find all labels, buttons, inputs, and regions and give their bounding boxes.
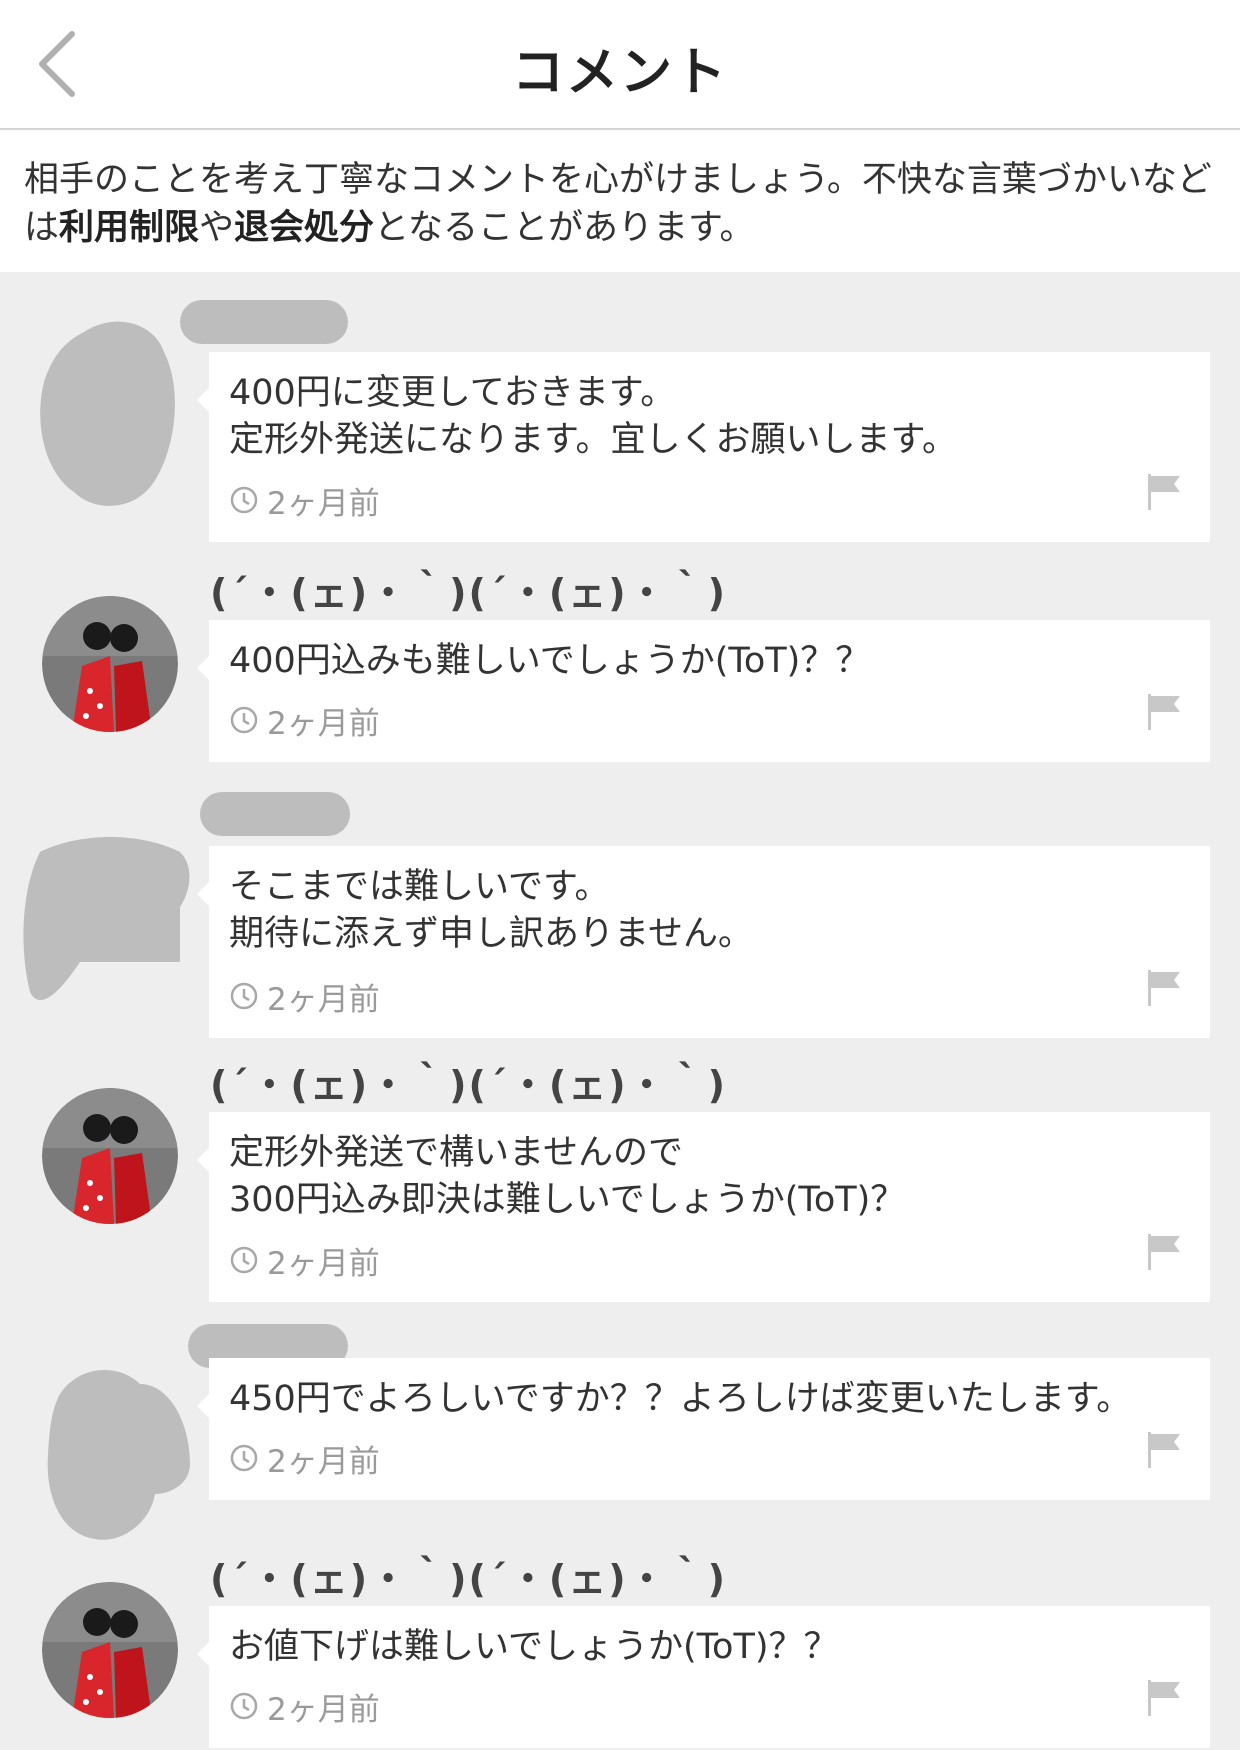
redacted-username xyxy=(180,300,348,344)
flag-report-icon[interactable] xyxy=(1146,692,1182,732)
clock-icon xyxy=(230,1692,258,1720)
app-header: コメント xyxy=(0,0,1240,130)
notice-text: となることがあります。 xyxy=(374,208,755,248)
comment-item: 450円でよろしいですか？？よろしけば変更いたします。 2ヶ月前 xyxy=(0,1324,1240,1564)
user-avatar[interactable] xyxy=(42,1582,178,1718)
comment-bubble: お値下げは難しいでしょうか(ToT)？？ 2ヶ月前 xyxy=(197,1606,1210,1748)
comment-author: (´・(ェ)・｀)(´・(ェ)・｀) xyxy=(210,571,727,615)
time-text: 2ヶ月前 xyxy=(267,981,380,1018)
clock-icon xyxy=(230,1444,258,1472)
redacted-avatar xyxy=(23,837,190,1001)
clock-icon xyxy=(230,706,258,734)
comment-item: 400円に変更しておきます。 定形外発送になります。宜しくお願いします。 2ヶ月… xyxy=(0,272,1240,542)
flag-report-icon[interactable] xyxy=(1146,1430,1182,1470)
comment-timestamp: 2ヶ月前 xyxy=(229,1686,380,1728)
comment-timestamp: 2ヶ月前 xyxy=(229,1438,380,1480)
comment-timestamp: 2ヶ月前 xyxy=(229,480,380,522)
comment-item: そこまでは難しいです。 期待に添えず申し訳ありません。 2ヶ月前 xyxy=(0,782,1240,1052)
comment-body: 400円込みも難しいでしょうか(ToT)？？ xyxy=(229,641,871,681)
notice-emphasis-withdrawal: 退会処分 xyxy=(234,208,375,248)
comment-author: (´・(ェ)・｀)(´・(ェ)・｀) xyxy=(210,1063,727,1107)
clock-icon xyxy=(230,982,258,1010)
clock-icon xyxy=(230,486,258,514)
comment-bubble: 定形外発送で構いませんので 300円込み即決は難しいでしょうか(ToT)？ 2ヶ… xyxy=(197,1112,1210,1302)
time-text: 2ヶ月前 xyxy=(267,1245,380,1282)
comment-item: (´・(ェ)・｀)(´・(ェ)・｀) 400円込みも難しいでしょうか(ToT)？… xyxy=(0,562,1240,786)
flag-report-icon[interactable] xyxy=(1146,1678,1182,1718)
clock-icon xyxy=(230,1246,258,1274)
comment-body: お値下げは難しいでしょうか(ToT)？？ xyxy=(229,1627,839,1667)
time-text: 2ヶ月前 xyxy=(267,1691,380,1728)
comment-item: (´・(ェ)・｀)(´・(ェ)・｀) お値下げは難しいでしょうか(ToT)？？ … xyxy=(0,1548,1240,1748)
comment-timestamp: 2ヶ月前 xyxy=(229,700,380,742)
comment-bubble: 400円込みも難しいでしょうか(ToT)？？ 2ヶ月前 xyxy=(197,620,1210,762)
redacted-avatar xyxy=(47,1370,191,1540)
flag-report-icon[interactable] xyxy=(1146,472,1182,512)
comment-bubble: そこまでは難しいです。 期待に添えず申し訳ありません。 2ヶ月前 xyxy=(197,846,1210,1038)
comment-body: 450円でよろしいですか？？よろしけば変更いたします。 xyxy=(229,1379,1132,1419)
comment-timestamp: 2ヶ月前 xyxy=(229,976,380,1018)
flag-report-icon[interactable] xyxy=(1146,968,1182,1008)
user-avatar[interactable] xyxy=(42,1088,178,1224)
notice-text: や xyxy=(199,208,235,248)
comment-body: 定形外発送で構いませんので 300円込み即決は難しいでしょうか(ToT)？ xyxy=(229,1133,906,1220)
time-text: 2ヶ月前 xyxy=(267,705,380,742)
comment-item: (´・(ェ)・｀)(´・(ェ)・｀) 定形外発送で構いませんので 300円込み即… xyxy=(0,1054,1240,1324)
comment-bubble: 400円に変更しておきます。 定形外発送になります。宜しくお願いします。 2ヶ月… xyxy=(197,352,1210,542)
comment-timestamp: 2ヶ月前 xyxy=(229,1240,380,1282)
time-text: 2ヶ月前 xyxy=(267,1443,380,1480)
time-text: 2ヶ月前 xyxy=(267,485,380,522)
user-avatar[interactable] xyxy=(42,596,178,732)
comment-bubble: 450円でよろしいですか？？よろしけば変更いたします。 2ヶ月前 xyxy=(197,1358,1210,1500)
page-title: コメント xyxy=(511,43,728,103)
comment-body: そこまでは難しいです。 期待に添えず申し訳ありません。 xyxy=(229,867,753,954)
redacted-avatar xyxy=(40,321,175,506)
redacted-username xyxy=(200,792,350,836)
notice-emphasis-restriction: 利用制限 xyxy=(59,208,200,248)
comment-body: 400円に変更しておきます。 定形外発送になります。宜しくお願いします。 xyxy=(229,373,958,460)
flag-report-icon[interactable] xyxy=(1146,1232,1182,1272)
comment-guideline-notice: 相手のことを考え丁寧なコメントを心がけましょう。不快な言葉づかいなどは利用制限や… xyxy=(0,130,1240,272)
comment-author: (´・(ェ)・｀)(´・(ェ)・｀) xyxy=(210,1557,727,1601)
